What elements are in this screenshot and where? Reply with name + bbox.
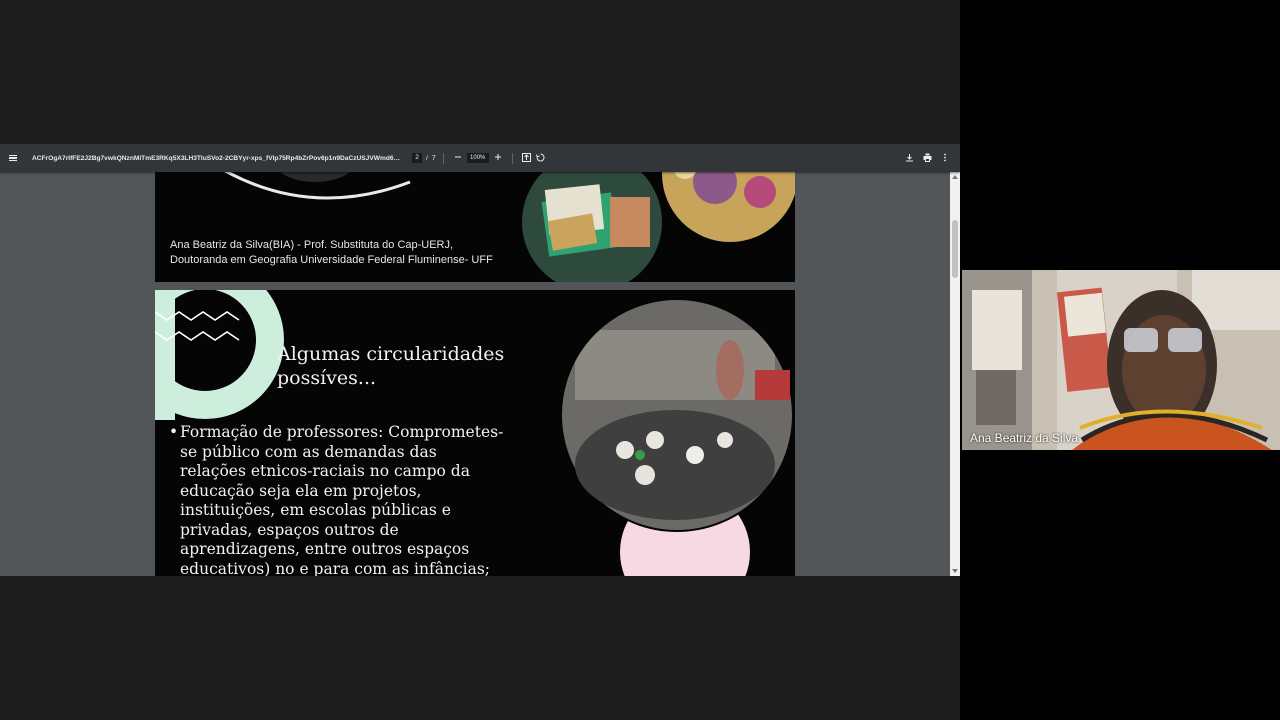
bullet-line: se público com as demandas das bbox=[180, 442, 437, 461]
minus-icon bbox=[454, 156, 461, 158]
rotate-icon bbox=[536, 152, 545, 161]
dark-photo-circle bbox=[280, 172, 350, 182]
bullet-line: instituições, em escolas públicas e bbox=[180, 501, 451, 519]
participant-video-tile[interactable]: Ana Beatriz da Silva bbox=[962, 270, 1280, 450]
participant-name: Ana Beatriz da Silva bbox=[970, 431, 1079, 445]
rotate-button[interactable] bbox=[534, 152, 548, 164]
pdf-pages[interactable]: Ana Beatriz da Silva(BIA) - Prof. Substi… bbox=[0, 172, 950, 576]
slide2-title: Algumas circularidades possíves... bbox=[277, 342, 504, 390]
bullet-line: Formação de professores: Comprometes- bbox=[180, 423, 504, 441]
fit-page-button[interactable] bbox=[520, 152, 534, 164]
slide1-caption: Ana Beatriz da Silva(BIA) - Prof. Substi… bbox=[170, 238, 493, 268]
print-icon bbox=[923, 153, 931, 162]
slide-page-1: Ana Beatriz da Silva(BIA) - Prof. Substi… bbox=[155, 172, 795, 282]
scroll-down-icon[interactable] bbox=[952, 569, 958, 573]
page-separator: / bbox=[426, 154, 428, 162]
zoom-in-button[interactable] bbox=[491, 153, 505, 163]
title-line: Algumas circularidades bbox=[277, 343, 505, 365]
more-vert-icon bbox=[944, 153, 946, 161]
pdf-viewer: ACFrOgA7rIfFE2J2Bg7vwkQNznMiTmE3RKq5X3LH… bbox=[0, 144, 960, 576]
more-options-button[interactable] bbox=[938, 153, 952, 164]
bullet-line: educação seja ela em projetos, bbox=[180, 481, 422, 500]
scroll-up-icon[interactable] bbox=[952, 175, 958, 179]
bullet-text: Formação de professores: Comprometes- se… bbox=[180, 423, 529, 576]
slide2-bullet: • Formação de professores: Comprometes- … bbox=[169, 423, 529, 576]
page-total: 7 bbox=[431, 154, 436, 162]
bullet-line: relações etnicos-raciais no campo da bbox=[180, 462, 470, 480]
bullet-symbol: • bbox=[169, 423, 179, 441]
zoom-input[interactable]: 100% bbox=[466, 153, 489, 163]
download-button[interactable] bbox=[902, 153, 916, 164]
download-icon bbox=[905, 153, 913, 161]
print-button[interactable] bbox=[920, 153, 934, 164]
bullet-line: aprendizagens, entre outros espaços bbox=[180, 540, 470, 558]
caption-line: Ana Beatriz da Silva(BIA) - Prof. Substi… bbox=[170, 239, 454, 251]
document-title: ACFrOgA7rIfFE2J2Bg7vwkQNznMiTmE3RKq5X3LH… bbox=[32, 154, 402, 162]
toolbar-divider bbox=[442, 152, 444, 164]
pdf-toolbar: ACFrOgA7rIfFE2J2Bg7vwkQNznMiTmE3RKq5X3LH… bbox=[0, 144, 960, 172]
scroll-thumb[interactable] bbox=[952, 220, 958, 278]
menu-icon[interactable] bbox=[9, 154, 23, 162]
vertical-scrollbar[interactable] bbox=[950, 172, 960, 576]
fit-to-page-icon bbox=[522, 152, 532, 162]
participant-video bbox=[962, 270, 1280, 450]
toolbar-divider bbox=[511, 152, 513, 164]
plus-icon bbox=[494, 154, 501, 160]
title-line: possíves... bbox=[277, 367, 377, 389]
slide-page-2: Algumas circularidades possíves... • For… bbox=[155, 290, 795, 576]
caption-line: Doutoranda em Geografia Universidade Fed… bbox=[170, 254, 493, 266]
bullet-line: educativos) no e para com as infâncias; bbox=[180, 559, 490, 577]
bullet-line: privadas, espaços outros de bbox=[180, 520, 399, 539]
page-number-input[interactable]: 2 bbox=[412, 153, 422, 163]
zoom-out-button[interactable] bbox=[451, 153, 465, 163]
